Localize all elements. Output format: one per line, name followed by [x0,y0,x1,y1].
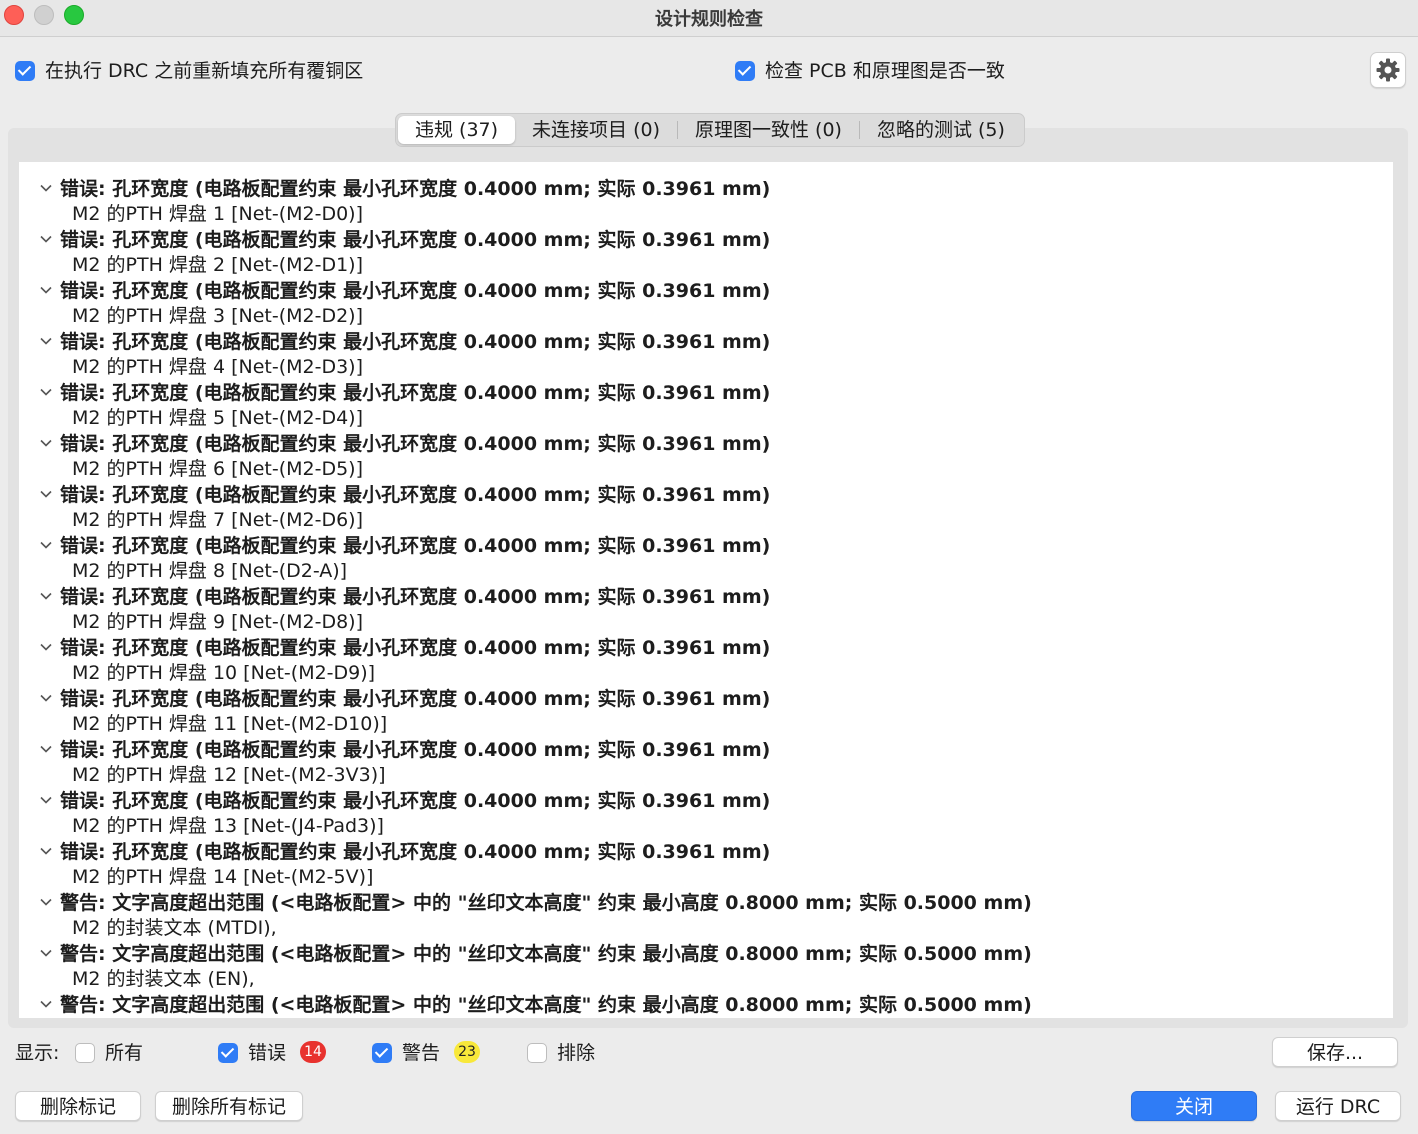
violation-row[interactable]: 错误: 孔环宽度 (电路板配置约束 最小孔环宽度 0.4000 mm; 实际 0… [19,278,1379,329]
violation-title[interactable]: 错误: 孔环宽度 (电路板配置约束 最小孔环宽度 0.4000 mm; 实际 0… [60,839,770,865]
chevron-down-icon[interactable] [39,640,53,654]
window-title: 设计规则检查 [655,9,763,30]
violation-detail[interactable]: M2 的PTH 焊盘 7 [Net-(M2-D6)] [72,507,363,533]
violation-detail[interactable]: M2 的PTH 焊盘 8 [Net-(D2-A)] [72,558,347,584]
violation-detail[interactable]: M2 的封装文本 (EN), [72,966,255,992]
tab-unconnected[interactable]: 未连接项目 (0) [515,116,677,144]
delete-marker-button[interactable]: 删除标记 [15,1091,141,1121]
violation-row[interactable]: 错误: 孔环宽度 (电路板配置约束 最小孔环宽度 0.4000 mm; 实际 0… [19,839,1379,890]
violation-title[interactable]: 警告: 文字高度超出范围 (<电路板配置> 中的 "丝印文本高度" 约束 最小高… [60,890,1032,916]
violation-row[interactable]: 错误: 孔环宽度 (电路板配置约束 最小孔环宽度 0.4000 mm; 实际 0… [19,482,1379,533]
violation-detail[interactable]: M2 的PTH 焊盘 10 [Net-(M2-D9)] [72,660,375,686]
chevron-down-icon[interactable] [39,946,53,960]
violation-detail[interactable]: M2 的PTH 焊盘 4 [Net-(M2-D3)] [72,354,363,380]
violation-title[interactable]: 错误: 孔环宽度 (电路板配置约束 最小孔环宽度 0.4000 mm; 实际 0… [60,176,770,202]
violation-row[interactable]: 错误: 孔环宽度 (电路板配置约束 最小孔环宽度 0.4000 mm; 实际 0… [19,380,1379,431]
save-button[interactable]: 保存... [1272,1037,1398,1067]
show-label: 显示: [15,1042,60,1064]
violation-detail[interactable]: M2 的PTH 焊盘 1 [Net-(M2-D0)] [72,201,363,227]
chevron-down-icon[interactable] [39,232,53,246]
violation-title[interactable]: 错误: 孔环宽度 (电路板配置约束 最小孔环宽度 0.4000 mm; 实际 0… [60,584,770,610]
chevron-down-icon[interactable] [39,691,53,705]
violations-list[interactable]: 错误: 孔环宽度 (电路板配置约束 最小孔环宽度 0.4000 mm; 实际 0… [19,162,1393,1018]
violation-detail[interactable]: M2 的PTH 焊盘 9 [Net-(M2-D8)] [72,609,363,635]
violation-row[interactable]: 错误: 孔环宽度 (电路板配置约束 最小孔环宽度 0.4000 mm; 实际 0… [19,788,1379,839]
chevron-down-icon[interactable] [39,538,53,552]
chevron-down-icon[interactable] [39,844,53,858]
chevron-down-icon[interactable] [39,487,53,501]
tab-schematic-parity[interactable]: 原理图一致性 (0) [678,116,859,144]
tab-bar: 违规 (37) 未连接项目 (0) 原理图一致性 (0) 忽略的测试 (5) [395,113,1025,147]
errors-count-badge: 14 [300,1041,326,1063]
tab-violations[interactable]: 违规 (37) [398,116,516,144]
refill-zones-label[interactable]: 在执行 DRC 之前重新填充所有覆铜区 [45,59,363,83]
violation-title[interactable]: 错误: 孔环宽度 (电路板配置约束 最小孔环宽度 0.4000 mm; 实际 0… [60,737,770,763]
violation-detail[interactable]: M2 的PTH 焊盘 3 [Net-(M2-D2)] [72,303,363,329]
violation-detail[interactable]: M2 的PTH 焊盘 13 [Net-(J4-Pad3)] [72,813,384,839]
violation-row[interactable]: 错误: 孔环宽度 (电路板配置约束 最小孔环宽度 0.4000 mm; 实际 0… [19,635,1379,686]
violation-row[interactable]: 警告: 文字高度超出范围 (<电路板配置> 中的 "丝印文本高度" 约束 最小高… [19,941,1379,992]
chevron-down-icon[interactable] [39,742,53,756]
violation-title[interactable]: 错误: 孔环宽度 (电路板配置约束 最小孔环宽度 0.4000 mm; 实际 0… [60,482,770,508]
filter-errors-label[interactable]: 错误 [248,1041,286,1065]
chevron-down-icon[interactable] [39,436,53,450]
violation-detail[interactable]: M2 的封装文本 (MTDI), [72,915,277,941]
filter-warnings-label[interactable]: 警告 [402,1041,440,1065]
violation-row[interactable]: 错误: 孔环宽度 (电路板配置约束 最小孔环宽度 0.4000 mm; 实际 0… [19,431,1379,482]
violation-title[interactable]: 错误: 孔环宽度 (电路板配置约束 最小孔环宽度 0.4000 mm; 实际 0… [60,380,770,406]
chevron-down-icon[interactable] [39,283,53,297]
violation-detail[interactable]: M2 的PTH 焊盘 11 [Net-(M2-D10)] [72,711,387,737]
violation-row[interactable]: 错误: 孔环宽度 (电路板配置约束 最小孔环宽度 0.4000 mm; 实际 0… [19,176,1379,227]
title-bar: 设计规则检查 [0,0,1418,37]
filter-exclusions-checkbox[interactable] [527,1043,547,1063]
check-parity-label[interactable]: 检查 PCB 和原理图是否一致 [765,59,1005,83]
violation-row[interactable]: 错误: 孔环宽度 (电路板配置约束 最小孔环宽度 0.4000 mm; 实际 0… [19,533,1379,584]
violation-title[interactable]: 错误: 孔环宽度 (电路板配置约束 最小孔环宽度 0.4000 mm; 实际 0… [60,278,770,304]
chevron-down-icon[interactable] [39,334,53,348]
violation-detail[interactable]: M2 的PTH 焊盘 2 [Net-(M2-D1)] [72,252,363,278]
violation-title[interactable]: 错误: 孔环宽度 (电路板配置约束 最小孔环宽度 0.4000 mm; 实际 0… [60,635,770,661]
chevron-down-icon[interactable] [39,793,53,807]
violation-row[interactable]: 错误: 孔环宽度 (电路板配置约束 最小孔环宽度 0.4000 mm; 实际 0… [19,329,1379,380]
violation-row[interactable]: 警告: 文字高度超出范围 (<电路板配置> 中的 "丝印文本高度" 约束 最小高… [19,992,1379,1018]
violation-title[interactable]: 错误: 孔环宽度 (电路板配置约束 最小孔环宽度 0.4000 mm; 实际 0… [60,686,770,712]
violation-title[interactable]: 错误: 孔环宽度 (电路板配置约束 最小孔环宽度 0.4000 mm; 实际 0… [60,788,770,814]
filter-errors-checkbox[interactable] [218,1043,238,1063]
filter-all-label[interactable]: 所有 [105,1041,143,1065]
violation-detail[interactable]: M2 的PTH 焊盘 14 [Net-(M2-5V)] [72,864,373,890]
violation-title[interactable]: 错误: 孔环宽度 (电路板配置约束 最小孔环宽度 0.4000 mm; 实际 0… [60,431,770,457]
chevron-down-icon[interactable] [39,997,53,1011]
warnings-count-badge: 23 [454,1041,480,1063]
filter-warnings-checkbox[interactable] [372,1043,392,1063]
chevron-down-icon[interactable] [39,895,53,909]
gear-icon [1376,58,1400,82]
violation-row[interactable]: 错误: 孔环宽度 (电路板配置约束 最小孔环宽度 0.4000 mm; 实际 0… [19,686,1379,737]
filter-all-checkbox[interactable] [75,1043,95,1063]
run-drc-button[interactable]: 运行 DRC [1275,1091,1401,1121]
chevron-down-icon[interactable] [39,385,53,399]
violation-detail[interactable]: M2 的PTH 焊盘 12 [Net-(M2-3V3)] [72,762,386,788]
violation-row[interactable]: 错误: 孔环宽度 (电路板配置约束 最小孔环宽度 0.4000 mm; 实际 0… [19,584,1379,635]
delete-all-markers-button[interactable]: 删除所有标记 [155,1091,303,1121]
chevron-down-icon[interactable] [39,589,53,603]
violation-title[interactable]: 警告: 文字高度超出范围 (<电路板配置> 中的 "丝印文本高度" 约束 最小高… [60,992,1032,1018]
violation-row[interactable]: 警告: 文字高度超出范围 (<电路板配置> 中的 "丝印文本高度" 约束 最小高… [19,890,1379,941]
chevron-down-icon[interactable] [39,181,53,195]
violation-title[interactable]: 错误: 孔环宽度 (电路板配置约束 最小孔环宽度 0.4000 mm; 实际 0… [60,227,770,253]
tab-ignored-tests[interactable]: 忽略的测试 (5) [860,116,1022,144]
violation-title[interactable]: 警告: 文字高度超出范围 (<电路板配置> 中的 "丝印文本高度" 约束 最小高… [60,941,1032,967]
violation-row[interactable]: 错误: 孔环宽度 (电路板配置约束 最小孔环宽度 0.4000 mm; 实际 0… [19,737,1379,788]
settings-button[interactable] [1370,52,1406,88]
violation-row[interactable]: 错误: 孔环宽度 (电路板配置约束 最小孔环宽度 0.4000 mm; 实际 0… [19,227,1379,278]
check-parity-checkbox[interactable] [735,61,755,81]
violation-title[interactable]: 错误: 孔环宽度 (电路板配置约束 最小孔环宽度 0.4000 mm; 实际 0… [60,329,770,355]
violation-detail[interactable]: M2 的PTH 焊盘 6 [Net-(M2-D5)] [72,456,363,482]
close-button[interactable]: 关闭 [1131,1091,1257,1121]
filter-exclusions-label[interactable]: 排除 [557,1041,595,1065]
violation-title[interactable]: 错误: 孔环宽度 (电路板配置约束 最小孔环宽度 0.4000 mm; 实际 0… [60,533,770,559]
refill-zones-checkbox[interactable] [15,61,35,81]
violation-detail[interactable]: M2 的PTH 焊盘 5 [Net-(M2-D4)] [72,405,363,431]
